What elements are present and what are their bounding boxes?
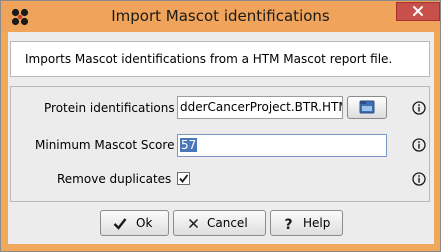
- cancel-button-label: Cancel: [207, 216, 248, 230]
- ok-button[interactable]: Ok: [100, 210, 169, 236]
- help-button[interactable]: ? Help: [270, 210, 343, 236]
- remove-duplicates-label: Remove duplicates: [57, 172, 172, 186]
- svg-text:?: ?: [284, 217, 292, 231]
- window-title: Import Mascot identifications: [111, 7, 330, 25]
- question-icon: ?: [284, 217, 292, 231]
- dialog-content: Imports Mascot identifications from a HT…: [8, 32, 434, 244]
- description-panel: Imports Mascot identifications from a HT…: [8, 32, 434, 82]
- x-icon: [188, 218, 199, 229]
- check-icon: [113, 218, 127, 230]
- info-icon[interactable]: [412, 138, 426, 152]
- minimum-score-field[interactable]: 57: [177, 134, 387, 157]
- ok-button-label: Ok: [136, 216, 153, 230]
- folder-open-icon: [359, 100, 375, 114]
- info-icon[interactable]: [412, 172, 426, 186]
- minimum-score-label: Minimum Mascot Score: [35, 138, 175, 152]
- help-button-label: Help: [303, 216, 331, 230]
- parameters-panel: Protein identifications dderCancerProjec…: [10, 86, 430, 202]
- description-text: Imports Mascot identifications from a HT…: [25, 52, 393, 66]
- browse-button[interactable]: [347, 96, 387, 119]
- protein-identifications-label: Protein identifications: [44, 101, 175, 115]
- close-button[interactable]: [396, 2, 440, 21]
- minimum-score-value: 57: [180, 138, 198, 152]
- protein-identifications-field[interactable]: dderCancerProject.BTR.HTM: [177, 96, 343, 119]
- dialog-window: Import Mascot identifications Imports Ma…: [0, 0, 441, 252]
- remove-duplicates-checkbox[interactable]: [177, 172, 190, 185]
- title-bar[interactable]: Import Mascot identifications: [1, 1, 440, 32]
- cancel-button[interactable]: Cancel: [173, 210, 266, 236]
- check-icon: [179, 174, 189, 183]
- info-icon[interactable]: [412, 101, 426, 115]
- description-box: Imports Mascot identifications from a HT…: [10, 41, 430, 77]
- close-icon: [413, 6, 423, 16]
- protein-identifications-value: dderCancerProject.BTR.HTM: [180, 100, 343, 114]
